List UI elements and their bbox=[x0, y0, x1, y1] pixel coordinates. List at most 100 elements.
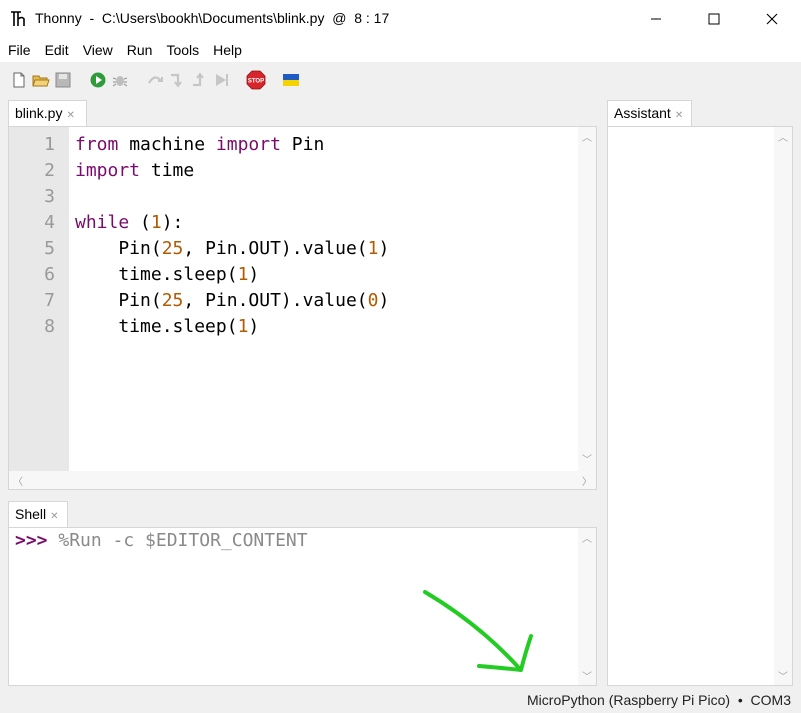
open-file-icon[interactable] bbox=[32, 71, 50, 89]
code-line[interactable]: Pin(25, Pin.OUT).value(0) bbox=[75, 288, 389, 314]
line-number: 6 bbox=[44, 264, 55, 285]
maximize-icon bbox=[708, 13, 720, 25]
menu-edit[interactable]: Edit bbox=[38, 38, 76, 62]
step-into-icon[interactable] bbox=[168, 71, 186, 89]
number-token: 1 bbox=[367, 238, 379, 259]
tab-close-icon[interactable]: ✕ bbox=[50, 511, 58, 522]
keyword-token: while bbox=[75, 212, 130, 233]
close-icon bbox=[766, 13, 778, 25]
save-icon[interactable] bbox=[54, 71, 72, 89]
number-token: 1 bbox=[237, 264, 249, 285]
code-line[interactable] bbox=[75, 184, 389, 210]
code-line[interactable]: while (1): bbox=[75, 210, 389, 236]
menu-help[interactable]: Help bbox=[206, 38, 249, 62]
keyword-token: import bbox=[215, 134, 281, 155]
code-token: ) bbox=[378, 238, 390, 259]
tab-label: Shell bbox=[15, 506, 47, 522]
number-token: 1 bbox=[237, 316, 249, 337]
shell-prompt: >>> bbox=[15, 530, 48, 551]
editor-vertical-scrollbar[interactable]: ︿ ﹀ bbox=[578, 127, 596, 471]
line-number: 2 bbox=[44, 160, 55, 181]
interpreter-status[interactable]: MicroPython (Raspberry Pi Pico) • COM3 bbox=[527, 692, 791, 708]
scroll-down-icon[interactable]: ﹀ bbox=[582, 451, 592, 466]
code-line[interactable]: import time bbox=[75, 158, 389, 184]
annotation-arrow-icon bbox=[423, 590, 533, 672]
scroll-left-icon[interactable]: 〈 bbox=[13, 473, 23, 488]
menu-run[interactable]: Run bbox=[120, 38, 160, 62]
run-icon[interactable] bbox=[89, 71, 107, 89]
shell-pane[interactable]: >>> %Run -c $EDITOR_CONTENT ︿ ﹀ bbox=[8, 527, 597, 686]
shell-input-line[interactable]: >>> %Run -c $EDITOR_CONTENT bbox=[15, 530, 308, 551]
tab-shell[interactable]: Shell ✕ bbox=[8, 501, 68, 527]
menu-view[interactable]: View bbox=[76, 38, 120, 62]
code-area[interactable]: from machine import Pin import time while … bbox=[75, 132, 389, 340]
code-token: machine bbox=[118, 134, 216, 155]
tab-label: Assistant bbox=[614, 105, 671, 121]
shell-vertical-scrollbar[interactable]: ︿ ﹀ bbox=[578, 528, 596, 685]
maximize-button[interactable] bbox=[685, 0, 743, 38]
title-bar: Thonny - C:\Users\bookh\Documents\blink.… bbox=[0, 0, 801, 38]
line-number: 3 bbox=[44, 186, 55, 207]
scroll-up-icon[interactable]: ︿ bbox=[778, 129, 788, 144]
code-token: time bbox=[140, 160, 195, 181]
tab-label: blink.py bbox=[15, 105, 63, 121]
menu-file[interactable]: File bbox=[0, 38, 38, 62]
menu-tools[interactable]: Tools bbox=[159, 38, 206, 62]
line-number-gutter: 1 2 3 4 5 6 7 8 bbox=[9, 127, 69, 489]
number-token: 25 bbox=[161, 290, 184, 311]
scroll-down-icon[interactable]: ﹀ bbox=[582, 668, 592, 683]
code-token: Pin bbox=[280, 134, 325, 155]
stop-icon[interactable]: STOP bbox=[246, 70, 266, 90]
code-token: ): bbox=[161, 212, 184, 233]
shell-command: %Run -c $EDITOR_CONTENT bbox=[47, 530, 308, 551]
editor-pane[interactable]: 12345678 from machine import Pin import t… bbox=[8, 126, 597, 490]
number-token: 1 bbox=[150, 212, 162, 233]
line-number: 7 bbox=[44, 290, 55, 311]
editor-horizontal-scrollbar[interactable]: 〈 〉 bbox=[9, 471, 596, 489]
tab-assistant[interactable]: Assistant ✕ bbox=[607, 100, 692, 126]
assistant-vertical-scrollbar[interactable]: ︿ ﹀ bbox=[774, 127, 792, 685]
tab-blink-py[interactable]: blink.py ✕ bbox=[8, 100, 87, 126]
code-token: Pin( bbox=[75, 238, 162, 259]
line-number: 4 bbox=[44, 212, 55, 233]
code-token: , Pin.OUT).value( bbox=[183, 290, 368, 311]
keyword-token: from bbox=[75, 134, 119, 155]
thonny-logo-icon bbox=[11, 11, 25, 26]
menu-bar: File Edit View Run Tools Help bbox=[0, 38, 801, 62]
assistant-pane: ︿ ﹀ bbox=[607, 126, 793, 686]
debug-icon[interactable] bbox=[111, 71, 129, 89]
code-token: Pin( bbox=[75, 290, 162, 311]
code-line[interactable]: Pin(25, Pin.OUT).value(1) bbox=[75, 236, 389, 262]
code-token: ) bbox=[378, 290, 390, 311]
step-out-icon[interactable] bbox=[190, 71, 208, 89]
number-token: 0 bbox=[367, 290, 379, 311]
code-token: ) bbox=[248, 316, 260, 337]
line-number: 8 bbox=[44, 316, 55, 337]
step-over-icon[interactable] bbox=[146, 71, 164, 89]
tab-close-icon[interactable]: ✕ bbox=[66, 110, 74, 121]
code-token: time.sleep( bbox=[75, 316, 238, 337]
keyword-token: import bbox=[75, 160, 141, 181]
toolbar: STOP bbox=[0, 62, 801, 98]
code-token: , Pin.OUT).value( bbox=[183, 238, 368, 259]
scroll-down-icon[interactable]: ﹀ bbox=[778, 668, 788, 683]
code-token: ) bbox=[248, 264, 260, 285]
stop-label: STOP bbox=[248, 79, 264, 85]
new-file-icon[interactable] bbox=[10, 71, 28, 89]
ukraine-flag-icon[interactable] bbox=[282, 71, 300, 89]
scroll-up-icon[interactable]: ︿ bbox=[582, 530, 592, 545]
scroll-up-icon[interactable]: ︿ bbox=[582, 129, 592, 144]
close-button[interactable] bbox=[743, 0, 801, 38]
code-line[interactable]: from machine import Pin bbox=[75, 132, 389, 158]
window-title: Thonny - C:\Users\bookh\Documents\blink.… bbox=[35, 10, 390, 26]
status-bar: MicroPython (Raspberry Pi Pico) • COM3 bbox=[0, 688, 801, 713]
code-token: time.sleep( bbox=[75, 264, 238, 285]
resume-icon[interactable] bbox=[212, 71, 230, 89]
minimize-button[interactable] bbox=[627, 0, 685, 38]
tab-close-icon[interactable]: ✕ bbox=[675, 110, 683, 121]
code-line[interactable]: time.sleep(1) bbox=[75, 262, 389, 288]
number-token: 25 bbox=[161, 238, 184, 259]
line-number: 5 bbox=[44, 238, 55, 259]
code-line[interactable]: time.sleep(1) bbox=[75, 314, 389, 340]
scroll-right-icon[interactable]: 〉 bbox=[582, 473, 592, 488]
